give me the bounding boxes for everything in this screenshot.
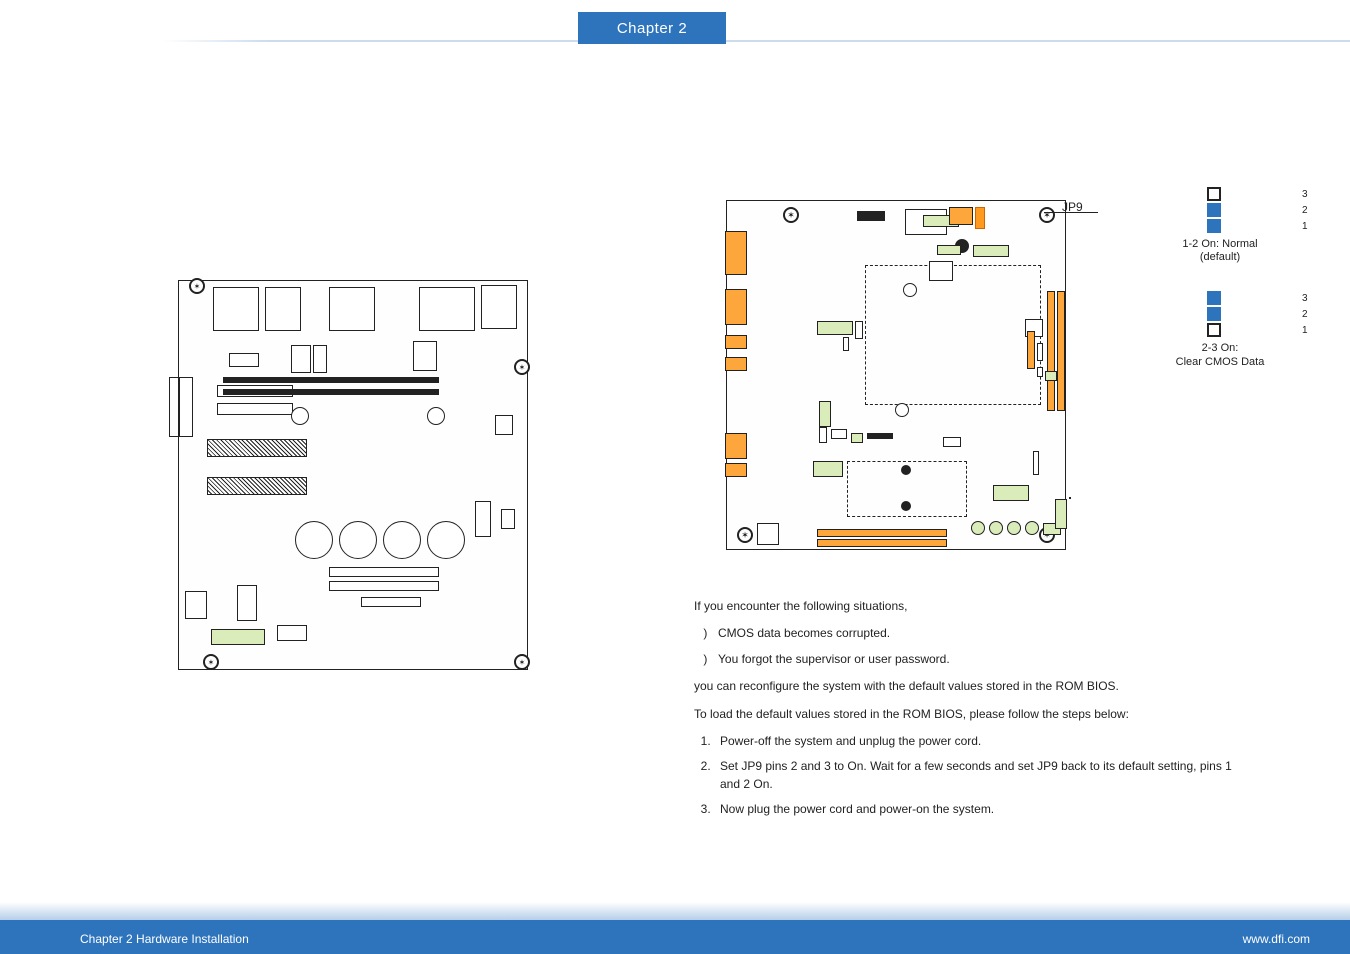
mounting-hole-icon: ✶: [189, 278, 205, 294]
footer-gradient: [0, 902, 1350, 920]
pin-number: 3: [1302, 293, 1310, 304]
instruction-text: If you encounter the following situation…: [694, 598, 1244, 829]
reconfig-line: you can reconfigure the system with the …: [694, 678, 1244, 695]
jumper-pin: [1207, 187, 1221, 201]
jumper-pin-on: [1207, 219, 1221, 233]
jumper-caption-clearcmos: 2-3 On: Clear CMOS Data: [1130, 342, 1310, 368]
mounting-hole-icon: ✶: [1039, 207, 1055, 223]
mounting-hole-icon: ✶: [737, 527, 753, 543]
mounting-hole-icon: ✶: [514, 359, 530, 375]
mounting-hole-icon: ✶: [203, 654, 219, 670]
jp9-label: JP9: [1062, 200, 1083, 214]
jp9-jumper: [975, 207, 985, 229]
right-board-diagram: ✶ ✶ ✶ ✶: [726, 200, 1066, 550]
pin-number: 2: [1302, 309, 1310, 320]
pin-number: 2: [1302, 205, 1310, 216]
jumper-legend: 3 2 1 1-2 On: Normal (default) 3 2 1 2-3…: [1130, 186, 1310, 395]
jumper-pin-on: [1207, 203, 1221, 217]
step-item: Power-off the system and unplug the powe…: [714, 733, 1244, 750]
jumper-pin: [1207, 323, 1221, 337]
jumper-pin-on: [1207, 291, 1221, 305]
mounting-hole-icon: ✶: [783, 207, 799, 223]
footer-left-text: Chapter 2 Hardware Installation: [80, 932, 249, 946]
mounting-hole-icon: ✶: [514, 654, 530, 670]
left-board-diagram: ✶ ✶ ✶ ✶: [178, 280, 528, 670]
jumper-pin-on: [1207, 307, 1221, 321]
situation-item: You forgot the supervisor or user passwo…: [714, 651, 1244, 668]
load-line: To load the default values stored in the…: [694, 706, 1244, 723]
step-item: Now plug the power cord and power-on the…: [714, 801, 1244, 818]
jumper-group-clearcmos: 3 2 1 2-3 On: Clear CMOS Data: [1130, 290, 1310, 368]
pin-number: 3: [1302, 189, 1310, 200]
pin-number: 1: [1302, 325, 1310, 336]
jumper-caption-normal: 1-2 On: Normal (default): [1130, 238, 1310, 264]
intro-line: If you encounter the following situation…: [694, 598, 1244, 615]
jumper-group-normal: 3 2 1 1-2 On: Normal (default): [1130, 186, 1310, 264]
step-list: Power-off the system and unplug the powe…: [694, 733, 1244, 819]
pin-number: 1: [1302, 221, 1310, 232]
situation-list: CMOS data becomes corrupted. You forgot …: [694, 625, 1244, 668]
footer-right-url: www.dfi.com: [1243, 932, 1310, 946]
chapter-tab: Chapter 2: [578, 12, 726, 44]
situation-item: CMOS data becomes corrupted.: [714, 625, 1244, 642]
step-item: Set JP9 pins 2 and 3 to On. Wait for a f…: [714, 758, 1244, 793]
